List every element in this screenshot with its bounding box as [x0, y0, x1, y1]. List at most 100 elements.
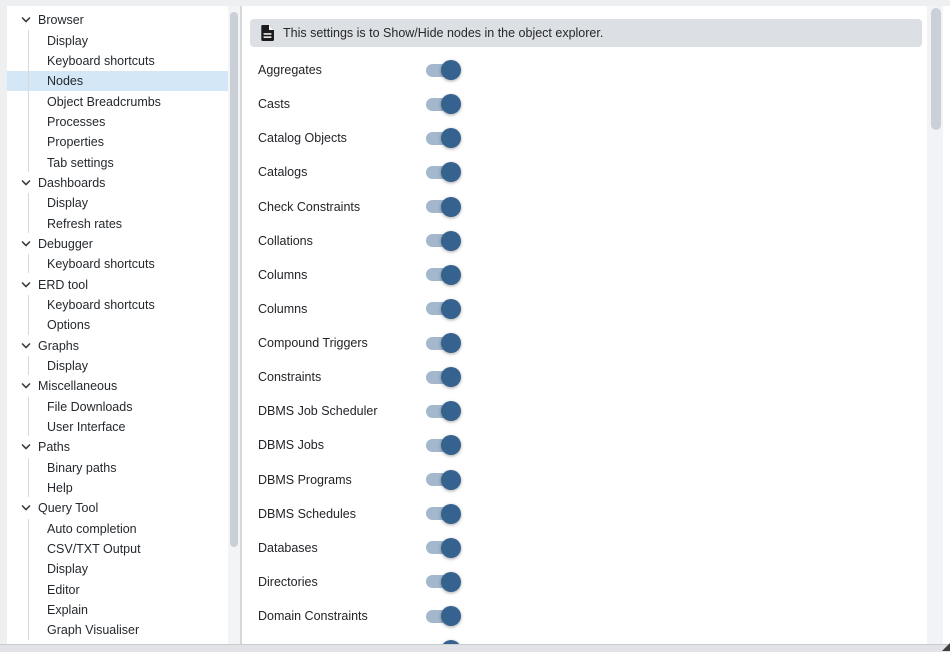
- toggle-label: Constraints: [258, 370, 426, 384]
- toggle-switch-directories[interactable]: [426, 572, 461, 592]
- toggle-switch-dbms-programs[interactable]: [426, 470, 461, 490]
- sidebar-item-explain[interactable]: Explain: [7, 600, 228, 620]
- switch-knob: [441, 470, 461, 490]
- tree-guide-line: [28, 356, 29, 375]
- sidebar-item-object-breadcrumbs[interactable]: Object Breadcrumbs: [7, 91, 228, 111]
- switch-knob: [441, 197, 461, 217]
- sidebar-item-editor[interactable]: Editor: [7, 580, 228, 600]
- toggle-row-collations: Collations: [258, 224, 950, 258]
- toggle-row-columns: Columns: [258, 258, 950, 292]
- switch-knob: [441, 231, 461, 251]
- sidebar-item-keyboard-shortcuts[interactable]: Keyboard shortcuts: [7, 254, 228, 274]
- toggle-label: Columns: [258, 302, 426, 316]
- tree-group-query-tool[interactable]: Query Tool: [7, 498, 228, 518]
- sidebar-item-label: Graph Visualiser: [47, 623, 139, 637]
- sidebar-item-label: Keyboard shortcuts: [47, 298, 155, 312]
- switch-knob: [441, 538, 461, 558]
- chevron-down-icon: [20, 340, 32, 352]
- tree-group-label: ERD tool: [38, 278, 88, 292]
- toggle-switch-catalogs[interactable]: [426, 162, 461, 182]
- toggle-switch-columns[interactable]: [426, 299, 461, 319]
- sidebar-item-processes[interactable]: Processes: [7, 112, 228, 132]
- sidebar-item-user-interface[interactable]: User Interface: [7, 417, 228, 437]
- tree-children-graphs: Display: [7, 356, 228, 376]
- tree-group-erd-tool[interactable]: ERD tool: [7, 274, 228, 294]
- sidebar-item-graph-visualiser[interactable]: Graph Visualiser: [7, 620, 228, 640]
- toggle-label: Directories: [258, 575, 426, 589]
- toggle-switch-aggregates[interactable]: [426, 60, 461, 80]
- switch-knob: [441, 333, 461, 353]
- sidebar-item-properties[interactable]: Properties: [7, 132, 228, 152]
- sidebar-item-label: Auto completion: [47, 522, 137, 536]
- content-scrollbar-track[interactable]: [927, 6, 943, 644]
- sidebar-item-csv-txt-output[interactable]: CSV/TXT Output: [7, 539, 228, 559]
- tree-group-label: Graphs: [38, 339, 79, 353]
- switch-knob: [441, 606, 461, 626]
- tree-children-debugger: Keyboard shortcuts: [7, 254, 228, 274]
- tree-group-label: Browser: [38, 13, 84, 27]
- sidebar-item-display[interactable]: Display: [7, 356, 228, 376]
- toggle-switch-compound-triggers[interactable]: [426, 333, 461, 353]
- toggle-row-dbms-schedules: DBMS Schedules: [258, 497, 950, 531]
- tree-group-browser[interactable]: Browser: [7, 10, 228, 30]
- sidebar-item-tab-settings[interactable]: Tab settings: [7, 152, 228, 172]
- content-scrollbar-thumb[interactable]: [931, 8, 941, 130]
- resize-grip-icon[interactable]: [942, 643, 950, 651]
- sidebar-item-auto-completion[interactable]: Auto completion: [7, 519, 228, 539]
- tree-group-debugger[interactable]: Debugger: [7, 234, 228, 254]
- toggle-switch-check-constraints[interactable]: [426, 197, 461, 217]
- toggle-switch-dbms-schedules[interactable]: [426, 504, 461, 524]
- sidebar-item-keyboard-shortcuts[interactable]: Keyboard shortcuts: [7, 51, 228, 71]
- sidebar-item-label: Nodes: [47, 74, 83, 88]
- toggle-label: DBMS Programs: [258, 473, 426, 487]
- chevron-down-icon: [20, 441, 32, 453]
- sidebar-item-display[interactable]: Display: [7, 30, 228, 50]
- sidebar-item-label: Object Breadcrumbs: [47, 95, 161, 109]
- sidebar-item-nodes[interactable]: Nodes: [7, 71, 228, 91]
- sidebar-item-binary-paths[interactable]: Binary paths: [7, 458, 228, 478]
- sidebar-item-label: Display: [47, 34, 88, 48]
- tree-children-browser: Display Keyboard shortcuts Nodes Object Bre…: [7, 30, 228, 172]
- sidebar-item-file-downloads[interactable]: File Downloads: [7, 397, 228, 417]
- toggle-row-casts: Casts: [258, 87, 950, 121]
- preferences-tree-panel: Browser Display Keyboard shortcuts Nodes Obj…: [7, 6, 228, 644]
- toggle-switch-columns[interactable]: [426, 265, 461, 285]
- toggle-label: DBMS Schedules: [258, 507, 426, 521]
- chevron-down-icon: [20, 279, 32, 291]
- toggle-switch-collations[interactable]: [426, 231, 461, 251]
- toggle-switch-domain-constraints[interactable]: [426, 606, 461, 626]
- sidebar-item-help[interactable]: Help: [7, 478, 228, 498]
- toggle-switch-dbms-jobs[interactable]: [426, 435, 461, 455]
- toggle-switch-constraints[interactable]: [426, 367, 461, 387]
- tree-children-dashboards: DisplayRefresh rates: [7, 193, 228, 234]
- sidebar-scrollbar-thumb[interactable]: [230, 12, 238, 547]
- sidebar-item-label: Display: [47, 359, 88, 373]
- toggle-label: Columns: [258, 268, 426, 282]
- toggle-row-columns: Columns: [258, 292, 950, 326]
- tree-guide-line: [28, 193, 29, 233]
- tree-group-paths[interactable]: Paths: [7, 437, 228, 457]
- sidebar-item-label: Tab settings: [47, 156, 114, 170]
- sidebar-item-label: Properties: [47, 135, 104, 149]
- toggle-switch-casts[interactable]: [426, 94, 461, 114]
- sidebar-item-display[interactable]: Display: [7, 193, 228, 213]
- tree-group-miscellaneous[interactable]: Miscellaneous: [7, 376, 228, 396]
- sidebar-item-display[interactable]: Display: [7, 559, 228, 579]
- sidebar-item-keyboard-shortcuts[interactable]: Keyboard shortcuts: [7, 295, 228, 315]
- toggle-switch-databases[interactable]: [426, 538, 461, 558]
- sidebar-item-label: Keyboard shortcuts: [47, 257, 155, 271]
- chevron-down-icon: [20, 14, 32, 26]
- sidebar-item-refresh-rates[interactable]: Refresh rates: [7, 213, 228, 233]
- toggle-row-dbms-jobs: DBMS Jobs: [258, 428, 950, 462]
- tree-group-graphs[interactable]: Graphs: [7, 336, 228, 356]
- tree-group-dashboards[interactable]: Dashboards: [7, 173, 228, 193]
- tree-group-label: Debugger: [38, 237, 93, 251]
- tree-guide-line: [28, 458, 29, 498]
- sidebar-scrollbar-track[interactable]: [228, 6, 240, 644]
- sidebar-item-label: Help: [47, 481, 73, 495]
- toggle-switch-dbms-job-scheduler[interactable]: [426, 401, 461, 421]
- toggle-label: Catalogs: [258, 165, 426, 179]
- tree-group-label: Dashboards: [38, 176, 105, 190]
- sidebar-item-options[interactable]: Options: [7, 315, 228, 335]
- toggle-switch-catalog-objects[interactable]: [426, 128, 461, 148]
